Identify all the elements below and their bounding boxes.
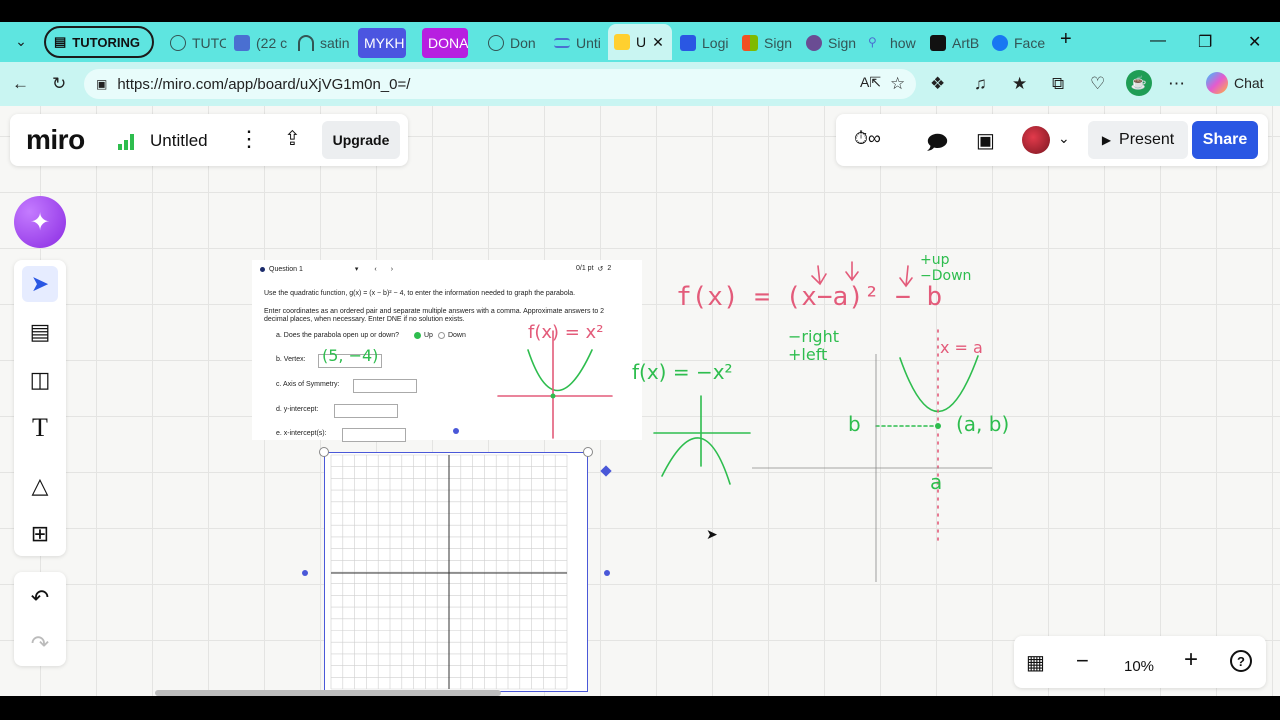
profile-avatar[interactable]: ☕	[1126, 70, 1152, 96]
browser-tab[interactable]: Sign	[800, 28, 862, 58]
media-icon[interactable]: ♫	[974, 74, 987, 94]
url-field[interactable]: ▣ https://miro.com/app/board/uXjVG1m0n_0…	[84, 69, 916, 99]
copilot-icon	[1206, 72, 1228, 94]
minimize-icon[interactable]: —	[1150, 32, 1166, 50]
mouse-cursor-icon: ➤	[706, 526, 718, 542]
mail-icon	[234, 35, 250, 51]
tab-group-icon: ▤	[54, 34, 67, 49]
fit-to-screen-icon[interactable]: ▦	[1026, 650, 1045, 675]
microsoft-icon	[742, 35, 758, 51]
hand-axis-equation: x = a	[940, 338, 983, 357]
miro-board-canvas[interactable]: miro Untitled ⋮ ⇪ Upgrade ⏱∞ 🗩 ▣ ⌄ ▶ Pre…	[0, 106, 1280, 696]
browser-tab-strip: ⌄ ▤ TUTORING TUTO (22 c satin MYKH DONA …	[0, 22, 1280, 62]
browser-tab[interactable]: Logi	[674, 28, 732, 58]
search-icon: ⚲	[868, 35, 877, 49]
globe-icon	[488, 35, 504, 51]
aol-icon	[680, 35, 696, 51]
hand-vertex-ab: (a, b)	[956, 412, 1010, 436]
more-options-icon[interactable]: ⋯	[1168, 74, 1185, 94]
new-tab-plus-icon[interactable]: +	[1060, 28, 1072, 51]
doc-icon	[554, 38, 570, 48]
browser-tab[interactable]: ⚲ how	[862, 28, 922, 58]
read-aloud-icon[interactable]: A⇱	[860, 74, 881, 91]
browser-tab[interactable]: Sign	[736, 28, 800, 58]
hand-label-a: a	[930, 470, 943, 494]
tab-group-label: TUTORING	[72, 34, 140, 50]
zoom-panel: ▦ − 10% + ?	[1014, 636, 1266, 688]
tiktok-icon	[930, 35, 946, 51]
github-icon	[806, 35, 822, 51]
health-heart-icon[interactable]: ♡	[1090, 74, 1105, 94]
browser-tab[interactable]: Don	[482, 28, 544, 58]
close-window-icon[interactable]: ✕	[1248, 32, 1261, 52]
zoom-level[interactable]: 10%	[1124, 658, 1154, 675]
hand-up-down-note: +up −Down	[920, 252, 972, 284]
browser-tab[interactable]: ArtB	[924, 28, 984, 58]
hand-right-left-note: −right +left	[788, 327, 839, 364]
favorites-icon[interactable]: ★	[1012, 74, 1027, 94]
hand-formula-neg: f(x) = −x²	[632, 360, 733, 384]
back-arrow-icon[interactable]: ←	[12, 74, 29, 94]
horseshoe-icon	[298, 35, 314, 51]
hand-vertex-answer: (5, −4)	[322, 346, 379, 365]
hand-formula-pos: f(x) = x²	[528, 322, 604, 343]
site-info-icon[interactable]: ▣	[96, 77, 107, 91]
extensions-puzzle-icon[interactable]: ❖	[930, 74, 945, 94]
restore-icon[interactable]: ❐	[1198, 32, 1212, 52]
hand-label-b: b	[848, 412, 861, 436]
browser-tab[interactable]: Face	[986, 28, 1048, 58]
miro-icon	[614, 34, 630, 50]
favorite-star-icon[interactable]: ☆	[890, 74, 905, 94]
handwriting-layer	[497, 261, 992, 582]
horizontal-scrollbar[interactable]	[155, 690, 501, 696]
browser-tab[interactable]: TUTO	[164, 28, 226, 58]
hand-formula-general: f(x) = (x−a)² − b	[676, 282, 943, 312]
browser-tab-mykh[interactable]: MYKH	[358, 28, 406, 58]
browser-tab-dona[interactable]: DONA	[422, 28, 468, 58]
globe-icon	[170, 35, 186, 51]
help-icon[interactable]: ?	[1230, 650, 1252, 672]
browser-tab-active[interactable]: U ✕	[608, 24, 672, 60]
browser-tab[interactable]: satin	[292, 28, 354, 58]
facebook-icon	[992, 35, 1008, 51]
address-bar: ← ↻ ▣ https://miro.com/app/board/uXjVG1m…	[0, 62, 1280, 106]
copilot-chat-button[interactable]: Chat	[1206, 72, 1264, 94]
url-text: https://miro.com/app/board/uXjVG1m0n_0=/	[117, 75, 411, 93]
zoom-out-icon[interactable]: −	[1076, 648, 1089, 674]
collections-icon[interactable]: ⧉	[1052, 74, 1064, 94]
tab-actions-chevron-icon[interactable]: ⌄	[8, 28, 34, 54]
tab-group[interactable]: ▤ TUTORING	[44, 26, 154, 58]
refresh-icon[interactable]: ↻	[52, 74, 66, 94]
app-window: ⌄ ▤ TUTORING TUTO (22 c satin MYKH DONA …	[0, 0, 1280, 720]
zoom-in-icon[interactable]: +	[1184, 646, 1198, 674]
browser-tab[interactable]: (22 c	[228, 28, 290, 58]
browser-tab[interactable]: Unti	[548, 28, 606, 58]
close-tab-icon[interactable]: ✕	[652, 34, 664, 51]
